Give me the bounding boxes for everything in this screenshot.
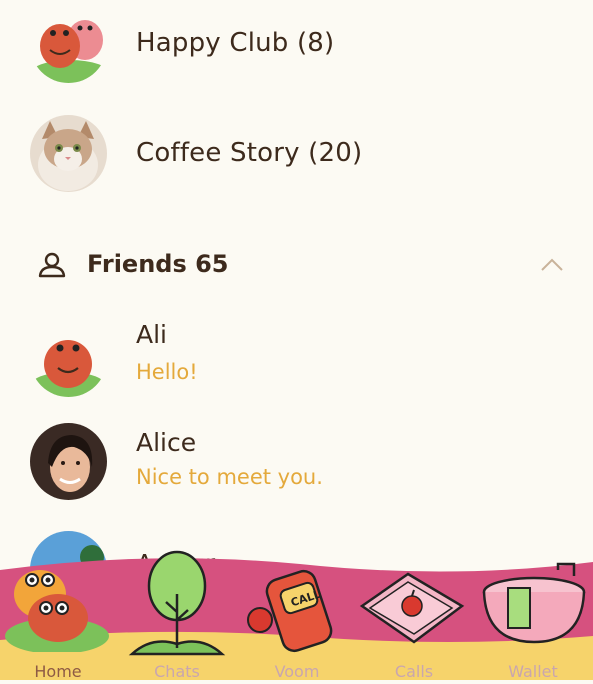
tab-label: Home	[34, 662, 82, 681]
bathtub-icon	[478, 562, 588, 656]
friend-name: Ali	[136, 320, 167, 349]
home-character-icon	[2, 552, 112, 656]
friend-row-alice[interactable]: Alice Nice to meet you.	[0, 415, 593, 520]
tab-label: Calls	[394, 662, 434, 681]
chevron-up-icon[interactable]	[540, 256, 564, 276]
friend-name: Alice	[136, 428, 197, 457]
tab-label: Voom	[274, 662, 320, 681]
group-name: Coffee Story (20)	[136, 138, 363, 168]
tab-label: Wallet	[508, 662, 558, 681]
person-icon	[38, 252, 66, 282]
group-avatar	[30, 6, 107, 83]
call-phone-icon: CALL	[240, 552, 350, 666]
section-title: Friends 65	[87, 250, 229, 278]
tree-icon	[122, 550, 232, 664]
apple-box-icon	[356, 566, 466, 660]
friend-avatar	[30, 320, 107, 397]
group-name: Happy Club (8)	[136, 28, 335, 58]
friend-avatar	[30, 423, 107, 500]
friend-row-ali[interactable]: Ali Hello!	[0, 310, 593, 410]
group-row-coffee-story[interactable]: Coffee Story (20)	[0, 100, 593, 210]
group-row-happy-club[interactable]: Happy Club (8)	[0, 0, 593, 90]
group-avatar	[30, 115, 107, 192]
tab-label: Chats	[154, 662, 200, 681]
friend-status: Nice to meet you.	[136, 465, 323, 489]
friend-status: Hello!	[136, 360, 198, 384]
